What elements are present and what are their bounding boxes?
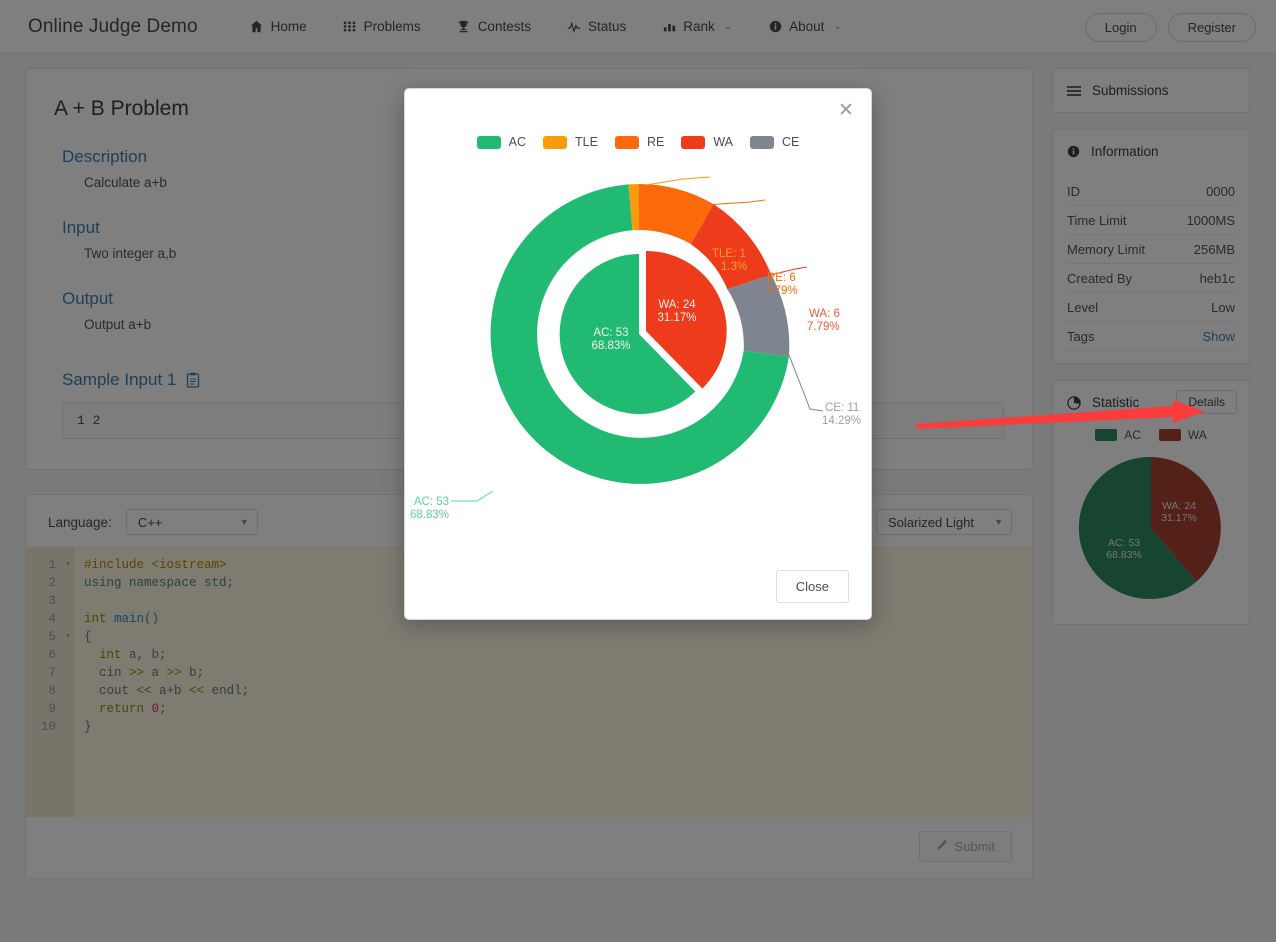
legend-label: WA xyxy=(713,135,733,149)
legend-item[interactable]: TLE xyxy=(543,135,598,149)
legend-item[interactable]: WA xyxy=(681,135,733,149)
legend-label: AC xyxy=(508,135,526,149)
leader-line-ce xyxy=(788,354,824,412)
inner-label-wa-pct: 31.17% xyxy=(657,312,696,324)
modal-layer: ✕ AC TLE RE WA CE WA: 24 31.17% AC: 53 6… xyxy=(0,0,1276,942)
donut-label-re-pct: 7.79% xyxy=(765,285,798,297)
inner-label-ac-value: AC: 53 xyxy=(593,327,628,339)
donut-label-ac-pct: 68.83% xyxy=(410,509,449,521)
close-button[interactable]: Close xyxy=(775,570,849,603)
statistic-modal: ✕ AC TLE RE WA CE WA: 24 31.17% AC: 53 6… xyxy=(404,88,872,620)
legend-item[interactable]: RE xyxy=(614,135,665,149)
donut-chart-svg: WA: 24 31.17% AC: 53 68.83% TLE: 1 1.3% … xyxy=(410,176,861,521)
leader-line-ac xyxy=(451,490,494,502)
close-icon[interactable]: ✕ xyxy=(835,101,857,123)
donut-label-re-value: RE: 6 xyxy=(767,272,796,284)
modal-legend: AC TLE RE WA CE xyxy=(405,89,871,149)
donut-label-ce-value: CE: 11 xyxy=(825,402,859,414)
inner-label-wa-value: WA: 24 xyxy=(658,299,696,311)
modal-footer: Close xyxy=(775,570,849,603)
donut-label-wa-value: WA: 6 xyxy=(809,308,840,320)
legend-swatch xyxy=(543,135,567,149)
leader-line-tle xyxy=(645,176,711,186)
legend-swatch xyxy=(681,135,706,149)
legend-item[interactable]: AC xyxy=(476,135,526,149)
donut-chart: WA: 24 31.17% AC: 53 68.83% TLE: 1 1.3% … xyxy=(405,149,873,539)
legend-swatch xyxy=(614,135,639,149)
leader-line-re xyxy=(704,199,766,206)
inner-pie: WA: 24 31.17% AC: 53 68.83% xyxy=(559,250,727,414)
donut-label-tle-pct: 1.3% xyxy=(721,261,747,273)
outer-ring xyxy=(490,184,790,484)
donut-label-ac-value: AC: 53 xyxy=(414,496,449,508)
legend-label: CE xyxy=(781,135,800,149)
legend-label: TLE xyxy=(575,135,598,149)
donut-label-tle-value: TLE: 1 xyxy=(712,248,746,260)
donut-label-wa-pct: 7.79% xyxy=(807,321,840,333)
inner-label-ac-pct: 68.83% xyxy=(591,340,630,352)
donut-label-ce-pct: 14.29% xyxy=(822,415,861,427)
legend-swatch xyxy=(749,135,774,149)
legend-swatch xyxy=(476,135,501,149)
legend-label: RE xyxy=(646,135,665,149)
legend-item[interactable]: CE xyxy=(749,135,800,149)
